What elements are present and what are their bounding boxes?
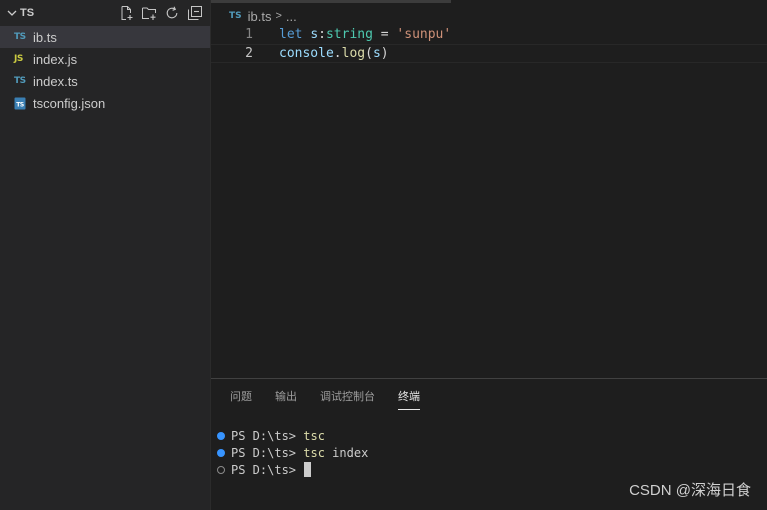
- tab-debug-console[interactable]: 调试控制台: [320, 384, 375, 408]
- command-success-icon[interactable]: [217, 448, 225, 457]
- breadcrumb-more[interactable]: ...: [286, 9, 297, 24]
- code-line[interactable]: 1 let s:string = 'sunpu': [211, 25, 767, 44]
- folder-actions: [117, 4, 210, 22]
- line-text[interactable]: console.log(s): [279, 46, 389, 61]
- breadcrumb-separator: >: [275, 10, 282, 22]
- code-line-current[interactable]: 2 console.log(s): [211, 44, 767, 63]
- file-name: ib.ts: [33, 29, 57, 45]
- terminal-prompt: PS D:\ts>: [231, 428, 297, 443]
- terminal-line: PS D:\ts>: [217, 461, 368, 478]
- line-number: 1: [245, 27, 253, 42]
- terminal-prompt: PS D:\ts>: [231, 445, 297, 460]
- watermark: CSDN @深海日食: [629, 482, 751, 499]
- panel-tabs: 问题 输出 调试控制台 终端: [211, 379, 767, 413]
- file-item-index-ts[interactable]: TS index.ts: [0, 70, 210, 92]
- javascript-file-icon: JS: [14, 54, 23, 64]
- type-token: string: [325, 27, 373, 42]
- dot-token: .: [333, 46, 342, 61]
- object-token: console: [279, 46, 334, 61]
- terminal[interactable]: PS D:\ts> tsc PS D:\ts> tsc index PS D:\…: [217, 427, 368, 478]
- file-item-tsconfig-json[interactable]: TS tsconfig.json: [0, 92, 210, 114]
- terminal-prompt: PS D:\ts>: [231, 462, 297, 477]
- tab-problems[interactable]: 问题: [230, 384, 252, 408]
- chevron-down-icon[interactable]: [4, 5, 20, 21]
- function-token: log: [341, 46, 366, 61]
- line-number: 2: [245, 46, 253, 61]
- tab-output[interactable]: 输出: [275, 384, 297, 408]
- file-name: tsconfig.json: [33, 95, 106, 111]
- terminal-command: tsc: [303, 445, 325, 460]
- operator-token: =: [372, 27, 397, 42]
- string-token: 'sunpu': [396, 27, 452, 42]
- file-name: index.ts: [33, 73, 78, 89]
- collapse-all-icon[interactable]: [186, 4, 204, 22]
- file-item-ib-ts[interactable]: TS ib.ts: [0, 26, 210, 48]
- svg-text:TS: TS: [16, 101, 24, 108]
- terminal-line: PS D:\ts> tsc index: [217, 444, 368, 461]
- folder-header[interactable]: TS: [0, 0, 210, 26]
- code-editor[interactable]: 1 let s:string = 'sunpu' 2 console.log(s…: [211, 25, 767, 63]
- line-text[interactable]: let s:string = 'sunpu': [279, 27, 451, 42]
- typescript-file-icon: TS: [229, 11, 242, 21]
- terminal-args: index: [324, 445, 369, 460]
- file-name: index.js: [33, 51, 78, 67]
- terminal-cursor: [304, 462, 312, 477]
- argument-token: s: [372, 46, 381, 61]
- terminal-line: PS D:\ts> tsc: [217, 427, 368, 444]
- editor-tab-strip: [211, 0, 451, 3]
- new-folder-icon[interactable]: [140, 4, 158, 22]
- typescript-file-icon: TS: [14, 32, 26, 42]
- variable-token: s: [310, 27, 319, 42]
- command-success-icon[interactable]: [217, 431, 225, 440]
- breadcrumb-file[interactable]: ib.ts: [248, 9, 272, 24]
- refresh-icon[interactable]: [163, 4, 181, 22]
- explorer-sidebar: TS TS ib.ts JS index.js TS index.ts TS t…: [0, 0, 211, 510]
- tab-terminal[interactable]: 终端: [398, 384, 420, 410]
- colon-token: :: [318, 27, 326, 42]
- tsconfig-file-icon: TS: [14, 97, 30, 110]
- command-idle-icon: [217, 465, 225, 474]
- editor-area: TS ib.ts > ... 1 let s:string = 'sunpu' …: [211, 0, 767, 378]
- paren-token: (: [365, 46, 373, 61]
- keyword-token: let: [279, 27, 303, 42]
- breadcrumb: TS ib.ts > ...: [211, 5, 297, 27]
- terminal-command: tsc: [303, 428, 325, 443]
- typescript-file-icon: TS: [14, 76, 26, 86]
- new-file-icon[interactable]: [117, 4, 135, 22]
- paren-token: ): [380, 46, 389, 61]
- folder-name: TS: [20, 7, 35, 19]
- file-item-index-js[interactable]: JS index.js: [0, 48, 210, 70]
